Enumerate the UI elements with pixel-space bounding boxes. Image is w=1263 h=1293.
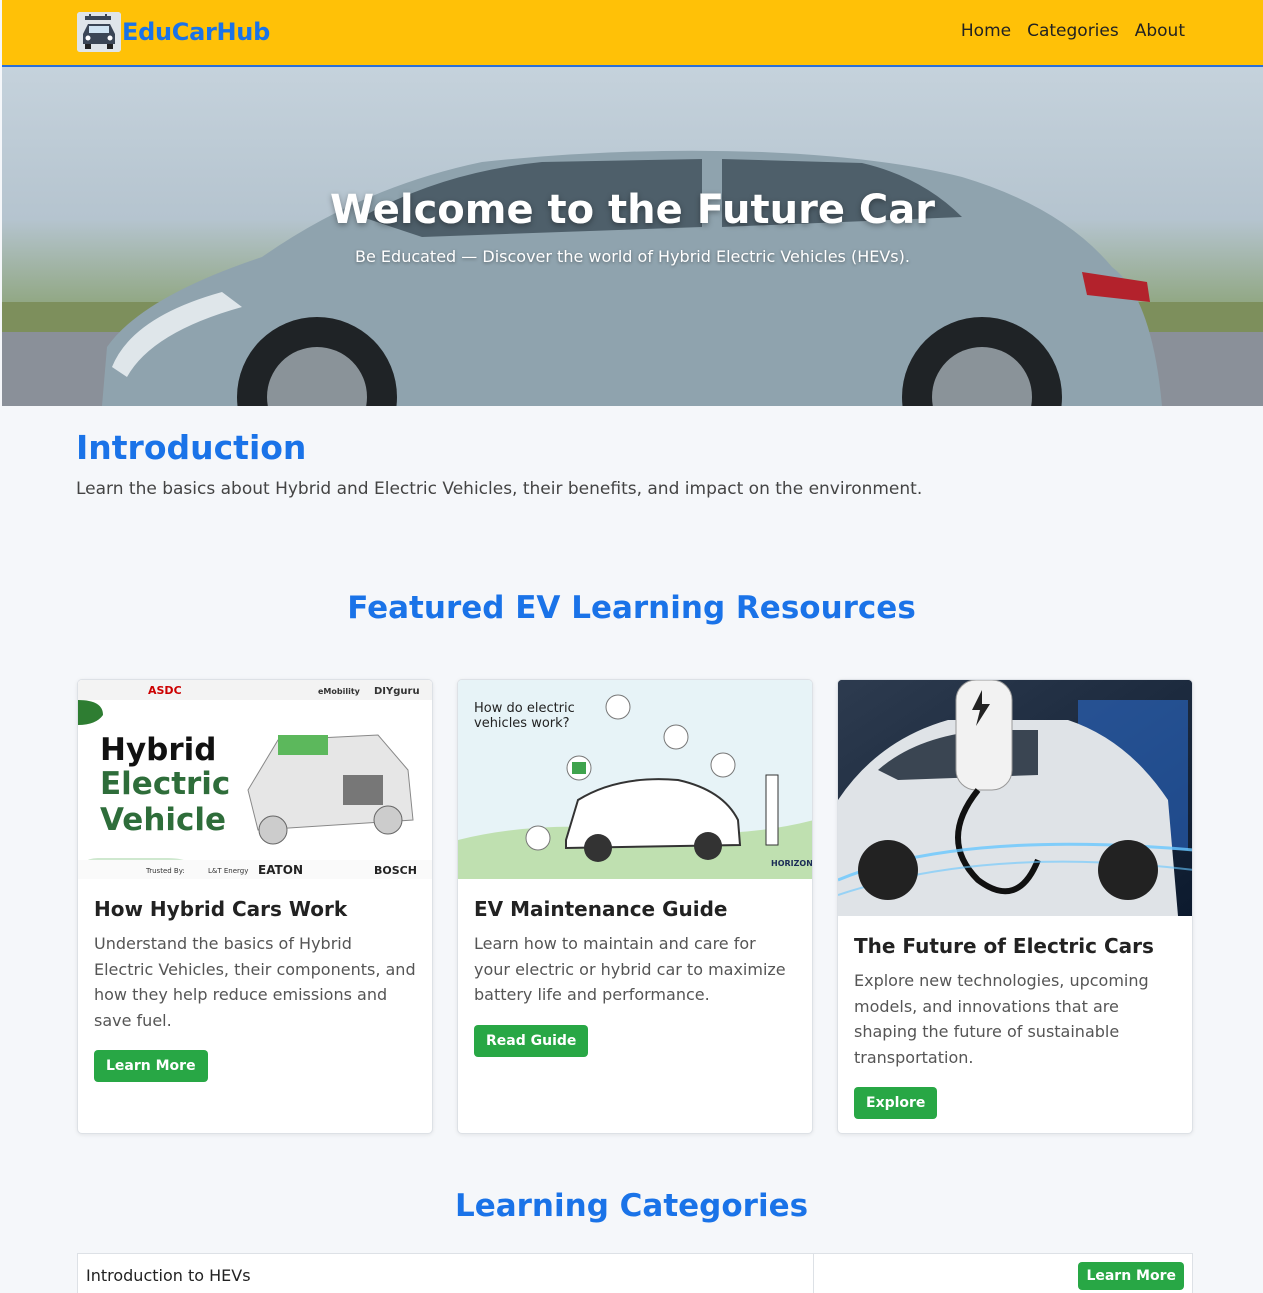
nav-home-link[interactable]: Home [961,21,1011,41]
nav-about-link[interactable]: About [1135,21,1185,41]
card-text: Explore new technologies, upcoming model… [854,971,1149,1067]
image-title-hybrid: Hybrid [100,732,216,768]
image-footer-horizon: HORIZON [771,859,812,868]
image-title-vehicle: Vehicle [100,802,226,838]
resource-card-maintenance: How do electric vehicles work? HORIZON E… [457,679,813,1134]
card-title: The Future of Electric Cars [854,934,1154,958]
image-header-diyguru: DIYguru [374,686,420,697]
card-title: How Hybrid Cars Work [94,897,348,921]
image-header-emobility: eMobility [318,687,361,696]
hero-subtitle: Be Educated — Discover the world of Hybr… [355,247,910,266]
image-footer-lt: L&T Energy [208,867,248,875]
learn-more-button[interactable]: Learn More [94,1050,208,1082]
category-name: Introduction to HEVs [86,1266,251,1285]
navbar: EduCarHub Home Categories About [2,0,1263,67]
resource-card-hybrid: ASDC eMobility DIYguru Hybrid Electric V… [77,679,433,1134]
image-question-line1: How do electric [474,701,575,716]
ev-charging-image [838,680,1192,916]
image-footer-trusted: Trusted By: [145,867,185,875]
card-body: The Future of Electric Cars Explore new … [838,916,1192,1133]
card-text: Learn how to maintain and care for your … [474,934,786,1004]
table-row: Introduction to HEVs [78,1254,814,1293]
brand-name: EduCarHub [122,18,270,46]
intro-heading: Introduction [76,428,307,467]
nav-links: Home Categories About [961,21,1185,41]
hero-title: Welcome to the Future Car [330,187,935,233]
hybrid-vehicle-image: ASDC eMobility DIYguru Hybrid Electric V… [78,680,432,879]
categories-heading: Learning Categories [454,1188,809,1224]
card-text: Understand the basics of Hybrid Electric… [94,934,416,1030]
card-body: How Hybrid Cars Work Understand the basi… [78,879,432,1098]
car-logo-icon [77,12,121,52]
image-question-line2: vehicles work? [474,716,570,731]
image-header-asdc: ASDC [148,684,182,697]
card-title: EV Maintenance Guide [474,897,728,921]
intro-text: Learn the basics about Hybrid and Electr… [76,479,923,499]
image-footer-eaton: EATON [258,863,303,877]
nav-categories-link[interactable]: Categories [1027,21,1119,41]
category-learn-more-button[interactable]: Learn More [1078,1262,1184,1290]
hero-banner: Welcome to the Future Car Be Educated — … [2,67,1263,406]
card-body: EV Maintenance Guide Learn how to mainta… [458,879,812,1073]
hero-car-image [2,150,1263,406]
featured-heading: Featured EV Learning Resources [347,590,916,626]
explore-button[interactable]: Explore [854,1087,938,1119]
read-guide-button[interactable]: Read Guide [474,1024,589,1057]
ev-infographic-image: How do electric vehicles work? HORIZON [458,680,812,879]
categories-table: Introduction to HEVs Learn More [77,1253,1193,1293]
resource-card-future: The Future of Electric Cars Explore new … [837,679,1193,1134]
image-title-electric: Electric [100,766,230,802]
image-footer-bosch: BOSCH [374,864,417,877]
brand[interactable]: EduCarHub [77,12,270,52]
